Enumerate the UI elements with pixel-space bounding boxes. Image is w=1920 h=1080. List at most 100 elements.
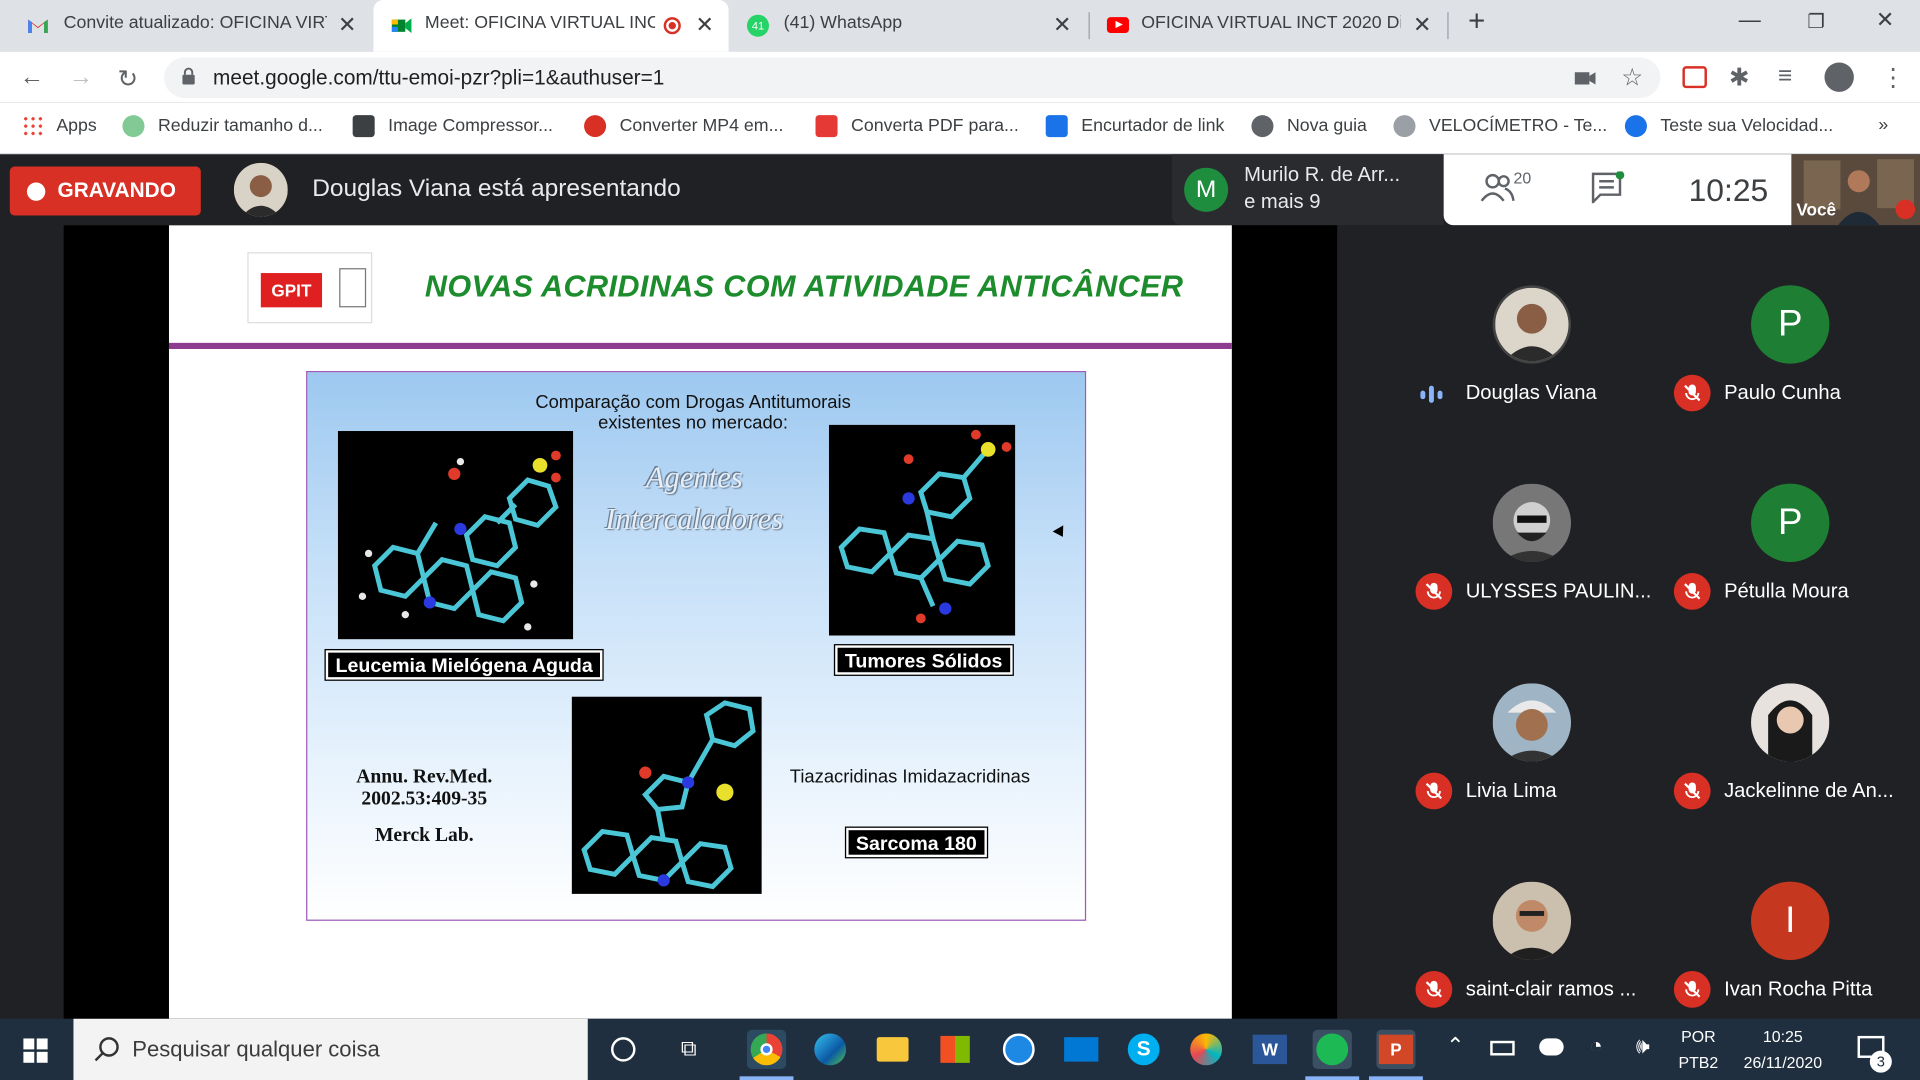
self-view-tile[interactable]: Você bbox=[1791, 154, 1920, 226]
extensions-icon[interactable]: ✱ bbox=[1729, 62, 1750, 93]
bookmark-label: Teste sua Velocidad... bbox=[1660, 116, 1834, 136]
apps-grid-icon bbox=[22, 115, 45, 138]
slide: GPIT NOVAS ACRIDINAS COM ATIVIDADE ANTIC… bbox=[168, 225, 1232, 1019]
search-icon bbox=[94, 1037, 119, 1062]
bookmark-apps[interactable]: Apps bbox=[22, 115, 97, 138]
participant-tile[interactable]: P Pétulla Moura bbox=[1662, 424, 1920, 622]
cortana-icon[interactable] bbox=[611, 1037, 636, 1062]
close-icon[interactable]: ✕ bbox=[1053, 12, 1071, 38]
battery-icon[interactable] bbox=[1490, 1040, 1515, 1056]
people-icon[interactable] bbox=[1480, 171, 1515, 203]
participant-name: ULYSSES PAULIN... bbox=[1465, 580, 1652, 603]
participant-tile[interactable]: P Paulo Cunha bbox=[1662, 225, 1920, 423]
participant-name: Pétulla Moura bbox=[1724, 580, 1849, 603]
chat-icon[interactable] bbox=[1591, 171, 1625, 204]
tiazacridinas-text: Tiazacridinas Imidazacridinas bbox=[789, 766, 1031, 788]
store-app-icon[interactable] bbox=[936, 1030, 975, 1069]
taskbar-clock[interactable]: 10:25 26/11/2020 bbox=[1730, 1027, 1835, 1071]
label-leukemia: Leucemia Mielógena Aguda bbox=[324, 648, 604, 681]
back-button[interactable]: ← bbox=[20, 64, 44, 92]
agents-line: Agentes bbox=[645, 461, 743, 495]
word-app-icon[interactable]: W bbox=[1250, 1030, 1289, 1069]
restore-button[interactable]: ❐ bbox=[1807, 10, 1825, 34]
taskbar-date: 26/11/2020 bbox=[1743, 1053, 1823, 1072]
powerpoint-app-icon[interactable]: P bbox=[1376, 1029, 1416, 1069]
mic-off-icon bbox=[1415, 573, 1453, 610]
person-photo-icon bbox=[1492, 483, 1572, 563]
bookmark-item[interactable]: Converter MP4 em... bbox=[584, 115, 783, 138]
bookmark-item[interactable]: Converta PDF para... bbox=[815, 115, 1019, 138]
chrome-app-icon[interactable] bbox=[746, 1029, 787, 1069]
bookmark-label: Encurtador de link bbox=[1081, 116, 1225, 136]
bookmark-label: Converta PDF para... bbox=[851, 116, 1019, 136]
person-photo-icon bbox=[1751, 683, 1830, 762]
close-window-button[interactable]: ✕ bbox=[1876, 7, 1894, 33]
close-icon[interactable]: ✕ bbox=[338, 12, 356, 38]
start-button[interactable] bbox=[0, 1019, 71, 1080]
person-photo-icon bbox=[1492, 683, 1572, 762]
chevron-up-icon[interactable]: ⌃ bbox=[1446, 1033, 1464, 1059]
url-text: meet.google.com/ttu-emoi-pzr?pli=1&authu… bbox=[213, 66, 665, 90]
mic-off-icon bbox=[1673, 573, 1711, 610]
gpit-logo: GPIT bbox=[247, 252, 373, 324]
molecule-image-1 bbox=[337, 431, 574, 640]
tab-separator bbox=[1447, 12, 1449, 40]
person-photo-icon bbox=[1495, 287, 1569, 362]
tab-gmail[interactable]: Convite atualizado: OFICINA VIRT ✕ bbox=[0, 0, 367, 51]
forward-button[interactable]: → bbox=[69, 64, 93, 92]
taskbar-search[interactable]: Pesquisar qualquer coisa bbox=[73, 1018, 588, 1080]
camera-icon[interactable] bbox=[1574, 70, 1597, 87]
star-icon[interactable]: ☆ bbox=[1621, 62, 1643, 93]
notification-count: 3 bbox=[1869, 1050, 1892, 1073]
agents-line: Intercaladores bbox=[605, 503, 784, 537]
participant-tile[interactable]: ULYSSES PAULIN... bbox=[1403, 424, 1661, 622]
participant-tile[interactable]: Jackelinne de An... bbox=[1662, 623, 1920, 821]
task-view-icon[interactable]: ⧉ bbox=[681, 1036, 697, 1062]
bookmark-item[interactable]: VELOCÍMETRO - Te... bbox=[1393, 115, 1607, 138]
minimize-button[interactable]: — bbox=[1739, 7, 1761, 33]
address-bar[interactable]: meet.google.com/ttu-emoi-pzr?pli=1&authu… bbox=[164, 57, 1661, 98]
meet-clock: 10:25 bbox=[1688, 171, 1769, 209]
menu-icon[interactable]: ⋮ bbox=[1881, 62, 1905, 93]
language-indicator[interactable]: POR PTB2 bbox=[1673, 1027, 1724, 1071]
reload-button[interactable]: ↻ bbox=[118, 64, 139, 95]
tab-whatsapp[interactable]: 41 (41) WhatsApp ✕ bbox=[732, 0, 1087, 51]
file-explorer-icon[interactable] bbox=[873, 1030, 912, 1069]
compass-app-icon[interactable] bbox=[999, 1030, 1038, 1069]
bookmark-item[interactable]: Image Compressor... bbox=[352, 115, 553, 138]
new-tab-button[interactable]: + bbox=[1468, 5, 1485, 39]
mic-off-icon bbox=[1673, 772, 1711, 810]
tab-youtube[interactable]: OFICINA VIRTUAL INCT 2020 Dia ✕ bbox=[1092, 0, 1447, 51]
more-bookmarks-button[interactable]: » bbox=[1878, 115, 1888, 135]
avatar bbox=[1492, 285, 1572, 364]
bookmark-label: Image Compressor... bbox=[388, 116, 553, 136]
globe-icon bbox=[1251, 115, 1274, 138]
pocket-extension-icon[interactable] bbox=[1682, 66, 1707, 89]
participant-tile[interactable]: Livia Lima bbox=[1403, 623, 1661, 821]
mail-app-icon[interactable] bbox=[1062, 1030, 1101, 1069]
bookmark-item[interactable]: Nova guia bbox=[1251, 115, 1367, 138]
close-icon[interactable]: ✕ bbox=[1413, 12, 1431, 38]
tab-meet[interactable]: Meet: OFICINA VIRTUAL INC ✕ bbox=[373, 0, 729, 52]
profile-icon[interactable] bbox=[1824, 62, 1854, 92]
skype-app-icon[interactable]: S bbox=[1124, 1030, 1163, 1069]
participant-tile[interactable]: Douglas Viana bbox=[1403, 225, 1661, 423]
onedrive-icon[interactable] bbox=[1539, 1038, 1564, 1056]
spotify-app-icon[interactable] bbox=[1312, 1029, 1352, 1069]
close-icon[interactable]: ✕ bbox=[696, 12, 714, 38]
wifi-icon[interactable]: ◔ bbox=[1589, 1033, 1602, 1059]
volume-icon[interactable]: 🕪 bbox=[1636, 1033, 1650, 1059]
comparison-line: Comparação com Drogas Antitumorais bbox=[535, 391, 851, 413]
recording-badge[interactable]: GRAVANDO bbox=[9, 166, 201, 216]
media-control-icon[interactable]: ≡ bbox=[1778, 62, 1792, 90]
edge-app-icon[interactable] bbox=[811, 1030, 850, 1069]
agents-heading: Agentes Intercaladores bbox=[572, 458, 817, 541]
browser-toolbar: ← → ↻ meet.google.com/ttu-emoi-pzr?pli=1… bbox=[0, 51, 1920, 103]
bookmark-item[interactable]: Reduzir tamanho d... bbox=[122, 115, 323, 138]
participant-tile[interactable]: saint-clair ramos ... bbox=[1403, 822, 1661, 1020]
participant-tile[interactable]: I Ivan Rocha Pitta bbox=[1662, 822, 1920, 1020]
paint-app-icon[interactable] bbox=[1187, 1030, 1226, 1069]
bookmark-label: Apps bbox=[56, 116, 97, 136]
bookmark-item[interactable]: Encurtador de link bbox=[1045, 115, 1225, 138]
bookmark-item[interactable]: Teste sua Velocidad... bbox=[1624, 115, 1834, 138]
